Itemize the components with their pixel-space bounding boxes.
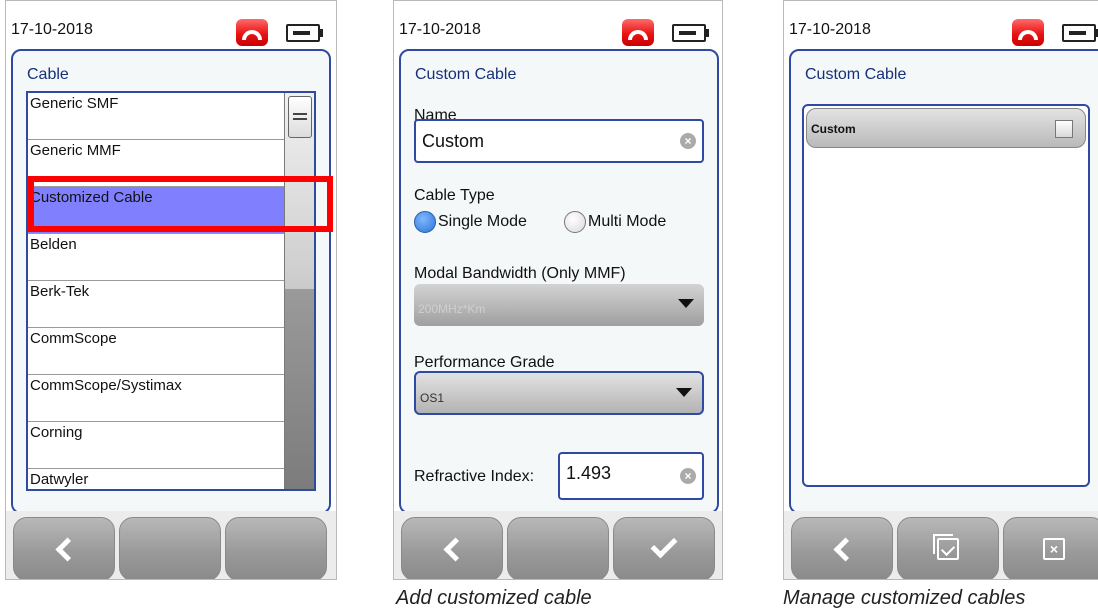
caption-add-cable: Add customized cable — [396, 587, 592, 609]
checkmark-icon — [650, 531, 678, 559]
scrollbar-thumb[interactable] — [288, 96, 312, 138]
performance-grade-dropdown[interactable]: OS1 — [414, 371, 704, 415]
list-item-custom[interactable]: Custom — [806, 108, 1086, 148]
date-label: 17-10-2018 — [11, 21, 93, 38]
back-chevron-icon — [442, 536, 468, 562]
delete-icon: × — [1043, 538, 1065, 560]
chevron-down-icon — [676, 388, 692, 397]
custom-cable-list: Custom — [802, 104, 1090, 487]
panel-title: Cable — [27, 66, 69, 83]
status-bar: 17-10-2018 — [394, 1, 722, 49]
modal-bandwidth-dropdown[interactable]: 200MHz*Km — [414, 284, 704, 326]
device-screen-add-cable: 17-10-2018 Custom Cable Name Custom × Ca… — [393, 0, 723, 580]
call-icon[interactable] — [236, 19, 268, 46]
select-checkbox[interactable] — [1055, 120, 1073, 138]
battery-icon — [672, 24, 709, 42]
cable-list: Generic SMF Generic MMF Customized Cable… — [26, 91, 316, 491]
list-item-generic-smf[interactable]: Generic SMF — [28, 93, 288, 140]
status-bar: 17-10-2018 — [6, 1, 336, 49]
list-item-label: Berk-Tek — [30, 283, 90, 300]
battery-icon — [286, 24, 323, 42]
refractive-index-label: Refractive Index: — [414, 468, 535, 485]
panel-title: Custom Cable — [805, 66, 907, 83]
single-mode-label: Single Mode — [438, 213, 527, 230]
call-icon[interactable] — [622, 19, 654, 46]
list-item-belden[interactable]: Belden — [28, 234, 288, 281]
multi-mode-label: Multi Mode — [588, 213, 667, 230]
delete-button[interactable]: × — [1003, 517, 1098, 579]
list-item-label: Custom — [811, 122, 856, 136]
list-item-commscope-systimax[interactable]: CommScope/Systimax — [28, 375, 288, 422]
panel-title: Custom Cable — [415, 66, 517, 83]
date-label: 17-10-2018 — [399, 21, 481, 38]
list-item-datwyler[interactable]: Datwyler — [28, 469, 288, 489]
modal-bandwidth-label: Modal Bandwidth (Only MMF) — [414, 265, 626, 282]
device-screen-manage-cables: 17-10-2018 Custom Cable Custom × — [783, 0, 1098, 580]
list-item-berk-tek[interactable]: Berk-Tek — [28, 281, 288, 328]
refractive-index-input[interactable]: 1.493 × — [558, 452, 704, 500]
multi-mode-radio[interactable] — [564, 211, 586, 233]
caption-manage-cables: Manage customized cables — [783, 587, 1026, 609]
performance-grade-label: Performance Grade — [414, 354, 555, 371]
device-screen-cable-list: 17-10-2018 Cable Generic SMF Generic MMF… — [5, 0, 337, 580]
list-item-label: CommScope — [30, 330, 117, 347]
back-button[interactable] — [401, 517, 503, 579]
clear-icon[interactable]: × — [680, 133, 696, 149]
name-value: Custom — [422, 131, 485, 151]
status-bar: 17-10-2018 — [784, 1, 1098, 49]
list-item-label: Corning — [30, 424, 83, 441]
call-icon[interactable] — [1012, 19, 1044, 46]
list-item-label: Datwyler — [30, 471, 89, 488]
toolbar-button-blank-2[interactable] — [225, 517, 327, 579]
list-item-label: Generic SMF — [30, 95, 119, 112]
performance-grade-value: OS1 — [420, 391, 445, 405]
refractive-index-value: 1.493 — [566, 463, 612, 483]
back-button[interactable] — [791, 517, 893, 579]
list-item-label: Generic MMF — [30, 142, 121, 159]
toolbar-button-blank[interactable] — [507, 517, 609, 579]
list-scrollbar[interactable] — [284, 93, 314, 489]
modal-bandwidth-value: 200MHz*Km — [418, 302, 486, 316]
back-button[interactable] — [13, 517, 115, 579]
chevron-down-icon — [678, 299, 694, 308]
back-chevron-icon — [832, 536, 858, 562]
single-mode-radio[interactable] — [414, 211, 436, 233]
battery-icon — [1062, 24, 1098, 42]
save-button[interactable] — [613, 517, 715, 579]
back-chevron-icon — [54, 536, 80, 562]
list-item-commscope[interactable]: CommScope — [28, 328, 288, 375]
duplicate-button[interactable] — [897, 517, 999, 579]
list-item-corning[interactable]: Corning — [28, 422, 288, 469]
cable-type-label: Cable Type — [414, 187, 495, 204]
duplicate-icon — [933, 534, 959, 560]
list-item-label: CommScope/Systimax — [30, 377, 182, 394]
scrollbar-track — [285, 289, 314, 489]
toolbar-button-blank[interactable] — [119, 517, 221, 579]
clear-icon[interactable]: × — [680, 468, 696, 484]
selection-highlight-box — [28, 176, 333, 232]
name-input[interactable]: Custom × — [414, 119, 704, 163]
date-label: 17-10-2018 — [789, 21, 871, 38]
list-item-label: Belden — [30, 236, 77, 253]
